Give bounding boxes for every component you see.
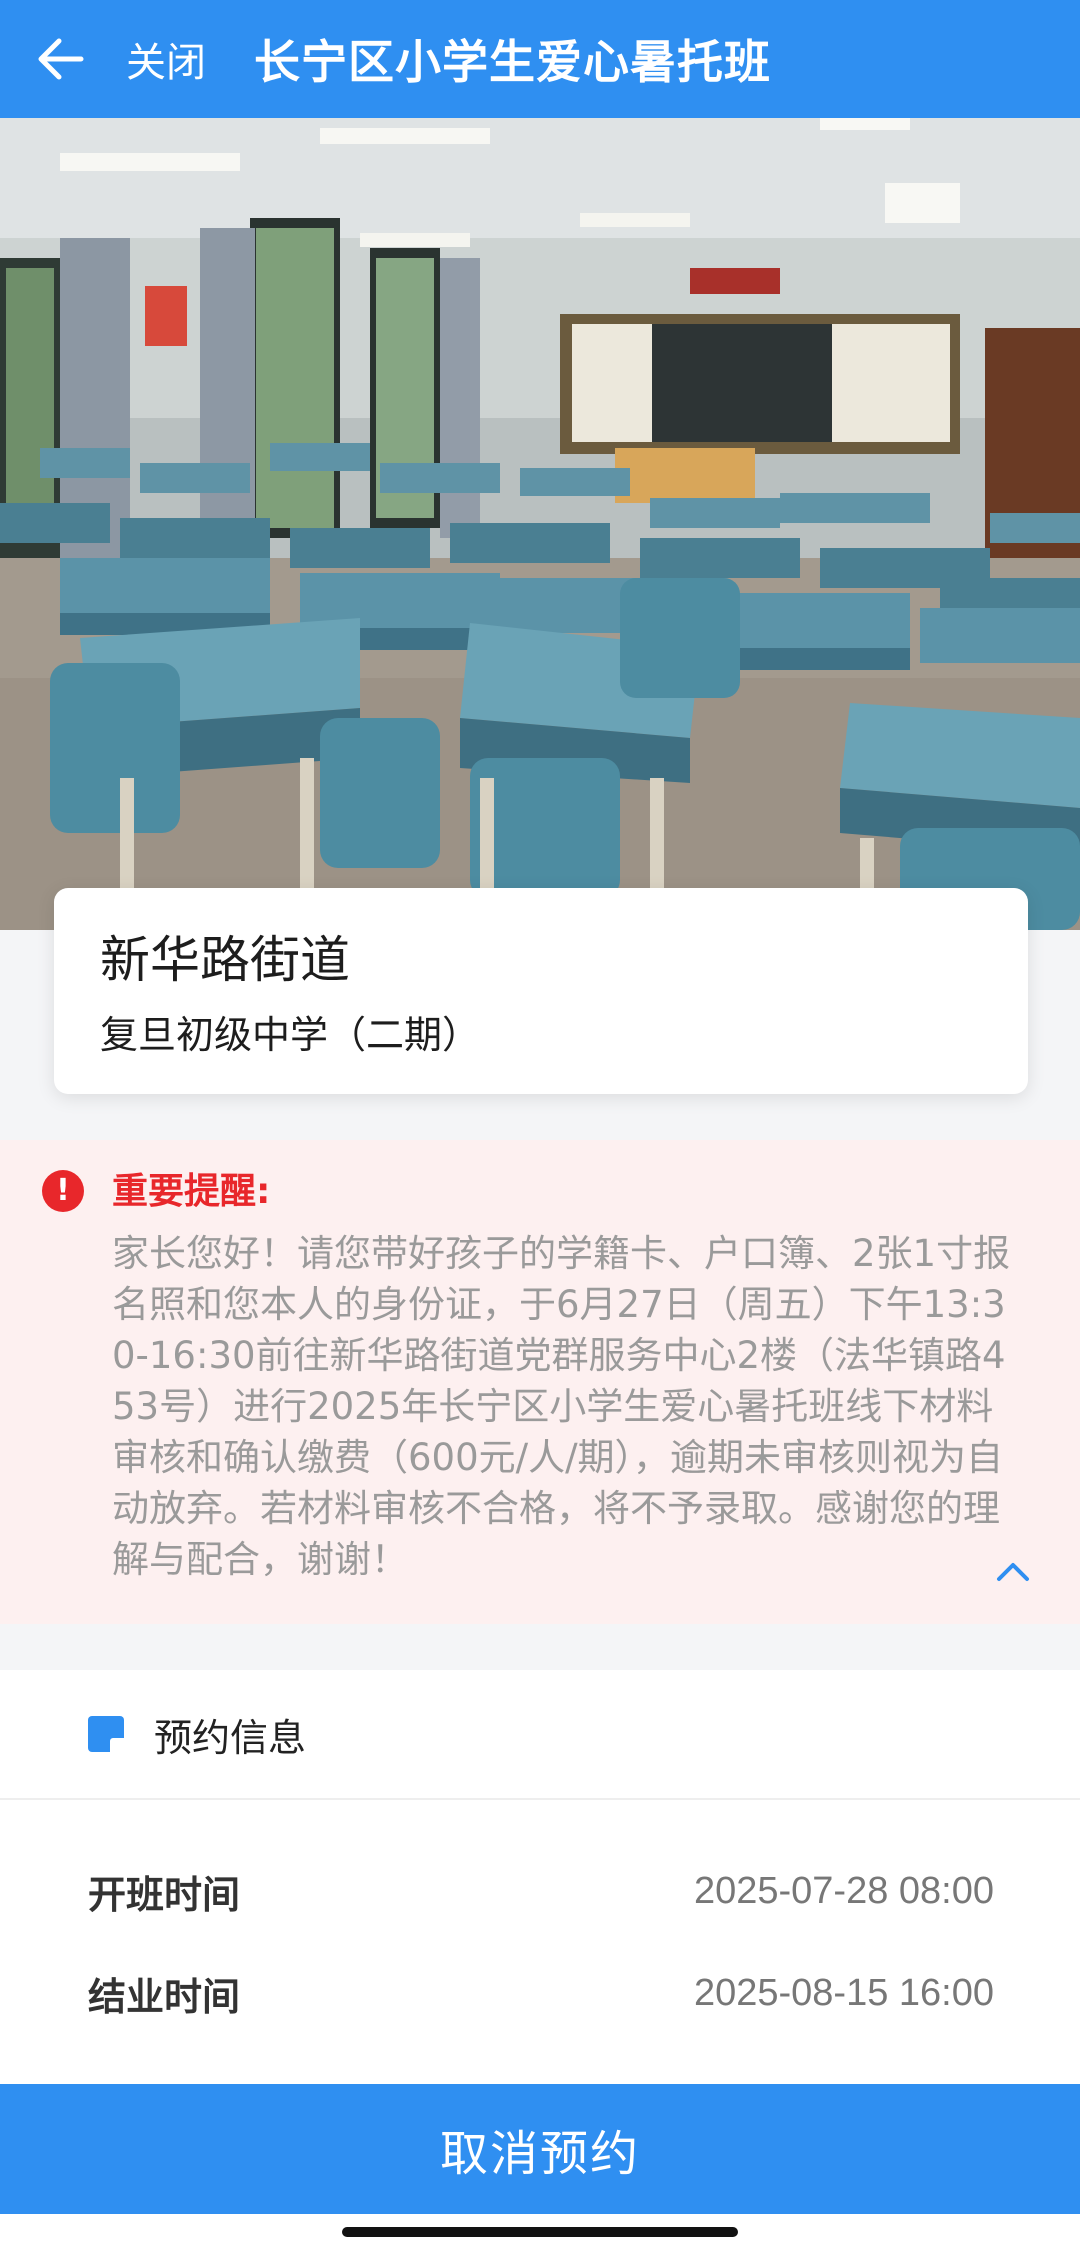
- end-time-row: 结业时间 2025-08-15 16:00: [0, 1942, 1080, 2044]
- important-notice: ! 重要提醒: 家长您好！请您带好孩子的学籍卡、户口簿、2张1寸报名照和您本人的…: [0, 1140, 1080, 1624]
- close-button[interactable]: 关闭: [126, 30, 206, 88]
- start-time-value: 2025-07-28 08:00: [693, 1869, 994, 1912]
- page: 关闭 长宁区小学生爱心暑托班 新华路街道 复旦初级中学（二期） ! 重要提醒: …: [0, 0, 1080, 2258]
- classroom-photo: [0, 118, 1080, 930]
- notice-title: 重要提醒:: [112, 1171, 271, 1212]
- booking-info-header: 预约信息: [0, 1670, 1080, 1800]
- end-time-label: 结业时间: [88, 1974, 241, 2019]
- street-name: 新华路街道: [100, 931, 350, 989]
- booking-info-section: 预约信息 开班时间 2025-07-28 08:00 结业时间 2025-08-…: [0, 1670, 1080, 2090]
- note-icon: [88, 1716, 124, 1752]
- home-indicator[interactable]: [342, 2227, 738, 2237]
- location-card: 新华路街道 复旦初级中学（二期）: [54, 888, 1028, 1094]
- arrow-left-icon: [38, 38, 84, 80]
- home-indicator-area: [0, 2214, 1080, 2258]
- booking-info-title: 预约信息: [154, 1715, 307, 1760]
- school-name: 复旦初级中学（二期）: [100, 1013, 481, 1057]
- start-time-label: 开班时间: [88, 1872, 241, 1917]
- chevron-up-icon[interactable]: [996, 1560, 1030, 1586]
- notice-text: 家长您好！请您带好孩子的学籍卡、户口簿、2张1寸报名照和您本人的身份证，于6月2…: [112, 1232, 1011, 1581]
- page-title: 长宁区小学生爱心暑托班: [254, 35, 771, 89]
- start-time-row: 开班时间 2025-07-28 08:00: [0, 1840, 1080, 1942]
- cancel-booking-button[interactable]: 取消预约: [0, 2084, 1080, 2214]
- top-bar: 关闭 长宁区小学生爱心暑托班: [0, 0, 1080, 118]
- exclamation-circle-icon: !: [42, 1170, 84, 1212]
- end-time-value: 2025-08-15 16:00: [693, 1971, 994, 2014]
- back-button[interactable]: [0, 0, 120, 118]
